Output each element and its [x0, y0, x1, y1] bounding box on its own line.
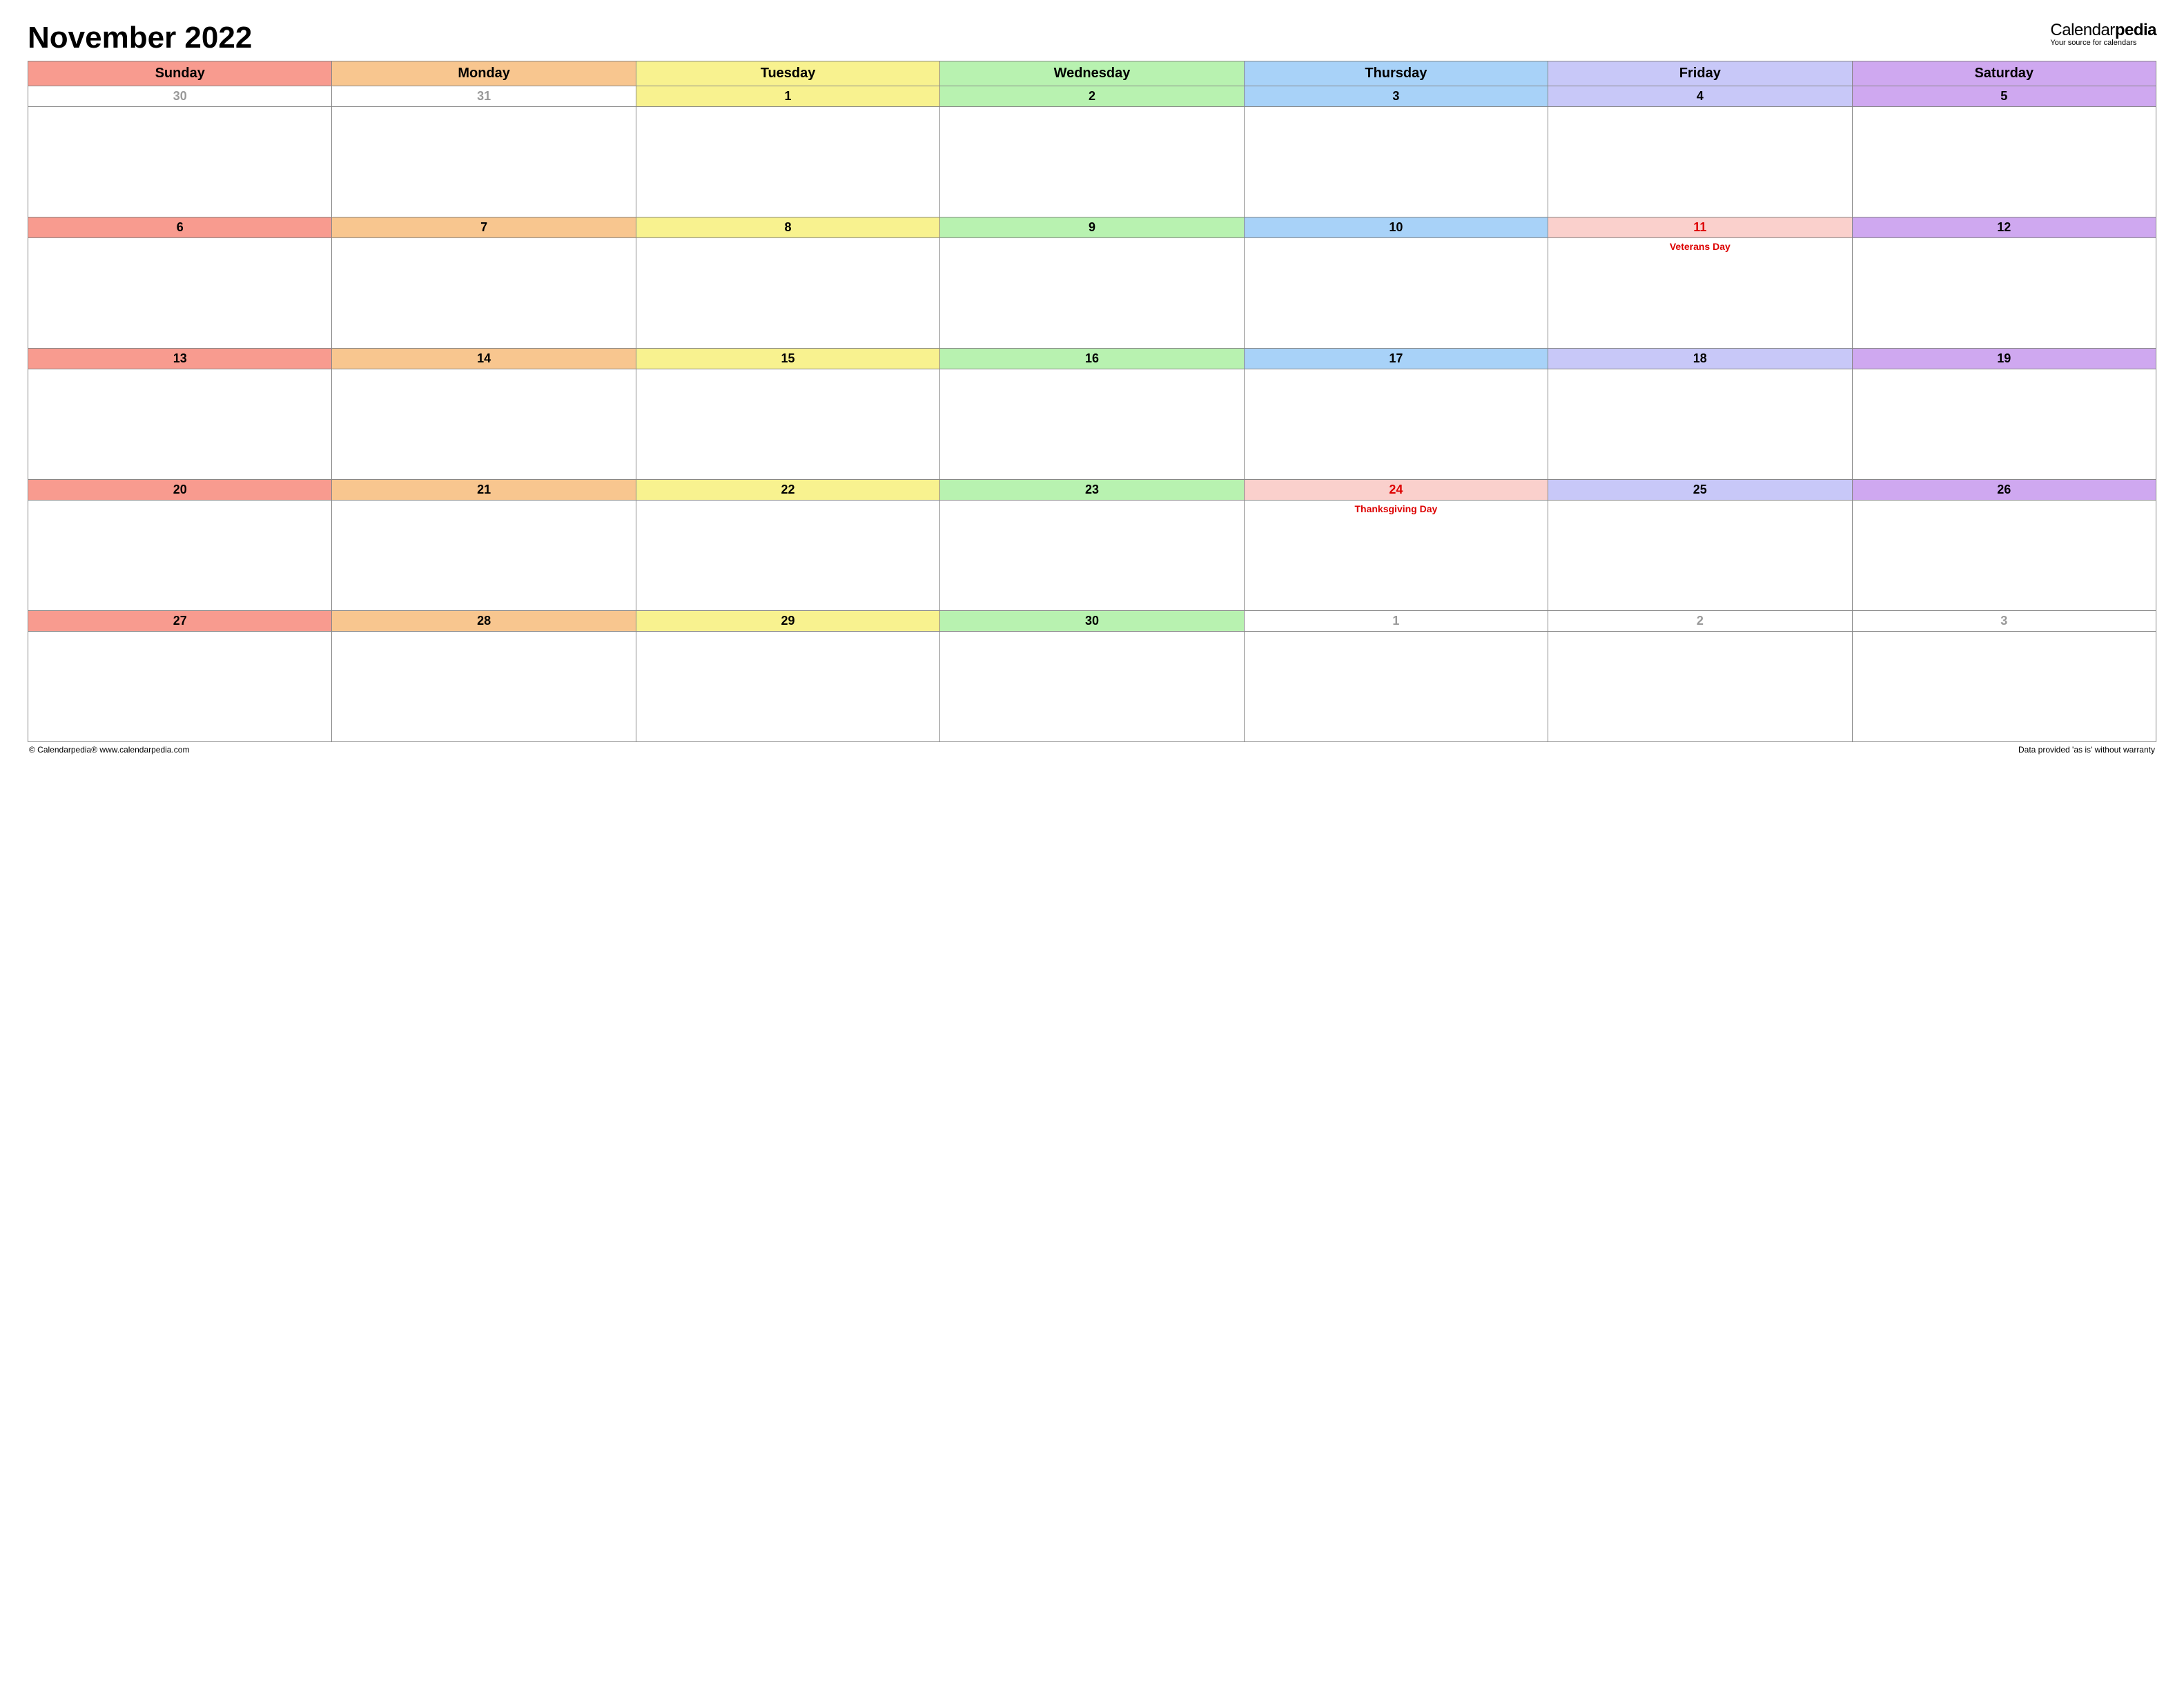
day-body-row — [28, 369, 2156, 480]
day-cell — [1244, 238, 1548, 349]
day-cell — [636, 632, 939, 742]
day-cell — [1548, 632, 1852, 742]
day-number: 30 — [940, 611, 1244, 632]
day-cell — [1852, 238, 2156, 349]
day-number: 29 — [636, 611, 939, 632]
weekday-monday: Monday — [332, 61, 636, 86]
day-number: 25 — [1548, 480, 1852, 501]
day-cell — [1852, 369, 2156, 480]
day-cell — [1548, 501, 1852, 611]
day-number: 2 — [940, 86, 1244, 107]
daynum-row: 6789101112 — [28, 217, 2156, 238]
day-number: 21 — [332, 480, 636, 501]
day-number: 27 — [28, 611, 332, 632]
weekday-saturday: Saturday — [1852, 61, 2156, 86]
day-number: 12 — [1852, 217, 2156, 238]
day-cell — [28, 107, 332, 217]
day-cell — [332, 369, 636, 480]
day-number: 10 — [1244, 217, 1548, 238]
day-cell — [636, 107, 939, 217]
day-cell — [332, 501, 636, 611]
footer-disclaimer: Data provided 'as is' without warranty — [2018, 745, 2155, 755]
day-body-row — [28, 632, 2156, 742]
day-number: 13 — [28, 349, 332, 369]
day-number: 19 — [1852, 349, 2156, 369]
day-number: 1 — [1244, 611, 1548, 632]
day-number: 15 — [636, 349, 939, 369]
daynum-row: 303112345 — [28, 86, 2156, 107]
day-cell — [28, 238, 332, 349]
brand-logo: Calendarpedia Your source for calendars — [2050, 21, 2156, 47]
day-cell — [28, 632, 332, 742]
day-number: 6 — [28, 217, 332, 238]
day-cell — [636, 238, 939, 349]
day-number: 2 — [1548, 611, 1852, 632]
weekday-thursday: Thursday — [1244, 61, 1548, 86]
day-number: 23 — [940, 480, 1244, 501]
day-cell — [636, 369, 939, 480]
day-cell — [636, 501, 939, 611]
brand-part1: Calendar — [2050, 21, 2114, 39]
day-body-row: Veterans Day — [28, 238, 2156, 349]
day-number: 28 — [332, 611, 636, 632]
day-number: 24 — [1244, 480, 1548, 501]
day-cell — [940, 369, 1244, 480]
day-cell — [1852, 501, 2156, 611]
day-number: 9 — [940, 217, 1244, 238]
day-cell — [28, 501, 332, 611]
day-number: 14 — [332, 349, 636, 369]
day-number: 5 — [1852, 86, 2156, 107]
day-cell — [332, 107, 636, 217]
holiday-label: Thanksgiving Day — [1249, 503, 1543, 514]
day-body-row: Thanksgiving Day — [28, 501, 2156, 611]
day-number: 16 — [940, 349, 1244, 369]
day-number: 3 — [1852, 611, 2156, 632]
day-number: 4 — [1548, 86, 1852, 107]
day-cell — [940, 107, 1244, 217]
page-title: November 2022 — [28, 21, 252, 55]
day-number: 7 — [332, 217, 636, 238]
day-number: 8 — [636, 217, 939, 238]
brand-part2: pedia — [2115, 21, 2156, 39]
day-number: 20 — [28, 480, 332, 501]
day-number: 1 — [636, 86, 939, 107]
weekday-tuesday: Tuesday — [636, 61, 939, 86]
weekday-friday: Friday — [1548, 61, 1852, 86]
day-cell — [940, 632, 1244, 742]
weekday-wednesday: Wednesday — [940, 61, 1244, 86]
day-number: 17 — [1244, 349, 1548, 369]
day-cell — [28, 369, 332, 480]
day-number: 30 — [28, 86, 332, 107]
day-number: 31 — [332, 86, 636, 107]
footer-copyright: © Calendarpedia® www.calendarpedia.com — [29, 745, 189, 755]
day-cell: Veterans Day — [1548, 238, 1852, 349]
day-cell — [1548, 369, 1852, 480]
day-number: 18 — [1548, 349, 1852, 369]
weekday-header-row: Sunday Monday Tuesday Wednesday Thursday… — [28, 61, 2156, 86]
day-cell — [1244, 107, 1548, 217]
day-number: 11 — [1548, 217, 1852, 238]
day-body-row — [28, 107, 2156, 217]
day-number: 22 — [636, 480, 939, 501]
day-cell — [940, 238, 1244, 349]
day-cell — [1244, 632, 1548, 742]
daynum-row: 20212223242526 — [28, 480, 2156, 501]
daynum-row: 13141516171819 — [28, 349, 2156, 369]
day-cell — [940, 501, 1244, 611]
calendar-grid: Sunday Monday Tuesday Wednesday Thursday… — [28, 61, 2156, 742]
day-cell — [1548, 107, 1852, 217]
day-cell — [1244, 369, 1548, 480]
daynum-row: 27282930123 — [28, 611, 2156, 632]
day-cell — [332, 632, 636, 742]
holiday-label: Veterans Day — [1552, 241, 1847, 252]
weekday-sunday: Sunday — [28, 61, 332, 86]
day-number: 3 — [1244, 86, 1548, 107]
day-cell: Thanksgiving Day — [1244, 501, 1548, 611]
day-cell — [1852, 107, 2156, 217]
day-number: 26 — [1852, 480, 2156, 501]
day-cell — [332, 238, 636, 349]
day-cell — [1852, 632, 2156, 742]
